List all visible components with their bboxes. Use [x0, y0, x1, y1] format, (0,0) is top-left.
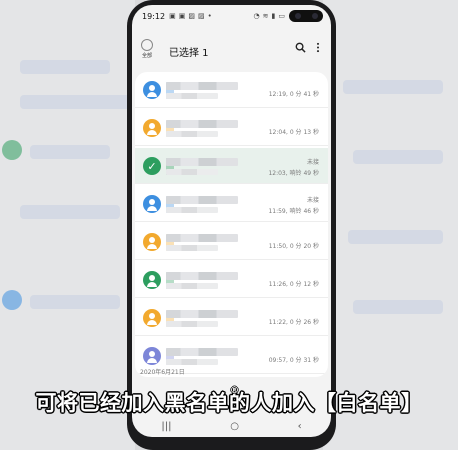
- call-time-duration: 12:03, 响铃 49 秒: [268, 170, 319, 177]
- missed-call-tag: 未接: [306, 197, 319, 204]
- background-blur-right: [323, 0, 458, 450]
- select-all-checkbox[interactable]: 全部: [140, 39, 154, 59]
- dot-icon: •: [207, 12, 212, 20]
- blur-avatar: [2, 140, 22, 160]
- back-button[interactable]: ‹: [298, 421, 302, 432]
- phone-screen: 19:12 ▣ ▣ ▨ ▨ • ◔ ≋ ▮ ▭ 全部 已选择 1 12:19, …: [132, 5, 331, 437]
- call-meta: 未接 11:59, 响铃 46 秒: [268, 195, 319, 215]
- call-time-duration: 11:22, 0 分 26 秒: [268, 319, 319, 326]
- check-icon: ✓: [147, 159, 157, 173]
- pixelated-contact-name: [166, 158, 238, 166]
- call-meta: 11:22, 0 分 26 秒: [269, 317, 319, 326]
- more-vertical-icon[interactable]: [316, 42, 320, 56]
- page-title: 已选择 1: [169, 48, 209, 59]
- search-icon[interactable]: [295, 42, 306, 56]
- blur-bar: [20, 60, 110, 74]
- contact-avatar-icon[interactable]: [143, 347, 161, 365]
- contact-avatar-icon[interactable]: [143, 271, 161, 289]
- pixelated-contact-name: [166, 82, 238, 90]
- blur-bar: [20, 95, 130, 109]
- call-time-duration: 11:50, 0 分 20 秒: [268, 243, 319, 250]
- header: 全部 已选择 1: [132, 35, 331, 69]
- message-icon: ▣: [169, 12, 176, 20]
- blur-bar: [353, 300, 443, 314]
- call-time-duration: 12:19, 0 分 41 秒: [268, 91, 319, 98]
- pixelated-contact-name: [166, 272, 238, 280]
- call-log-row[interactable]: 12:19, 0 分 41 秒: [135, 72, 328, 108]
- pixelated-contact-number: [166, 131, 218, 137]
- pixelated-contact-number: [166, 245, 218, 251]
- pixelated-contact-number: [166, 359, 218, 365]
- contact-avatar-icon[interactable]: [143, 195, 161, 213]
- call-meta: 11:26, 0 分 12 秒: [269, 279, 319, 288]
- contact-avatar-icon[interactable]: [143, 81, 161, 99]
- call-time-duration: 12:04, 0 分 13 秒: [268, 129, 319, 136]
- call-meta: 12:04, 0 分 13 秒: [269, 127, 319, 136]
- pixelated-contact-number: [166, 169, 218, 175]
- blur-bar: [30, 295, 120, 309]
- pixelated-contact-name: [166, 310, 238, 318]
- signal-icon: ▮: [271, 12, 276, 20]
- camera-cutout: [289, 10, 323, 22]
- date-separator: 2020年6月21日: [140, 369, 185, 376]
- home-button[interactable]: ○: [230, 421, 239, 432]
- pixelated-contact-name: [166, 120, 238, 128]
- blur-bar: [343, 80, 443, 94]
- call-meta: 未接 12:03, 响铃 49 秒: [268, 157, 319, 177]
- call-log-row[interactable]: 未接 11:59, 响铃 46 秒: [135, 186, 328, 222]
- call-time-duration: 11:26, 0 分 12 秒: [268, 281, 319, 288]
- call-log-list: 12:19, 0 分 41 秒 12:04, 0 分 13 秒 ✓ 未接 12:03, …: [135, 72, 328, 377]
- call-meta: 11:50, 0 分 20 秒: [269, 241, 319, 250]
- blur-avatar: [2, 290, 22, 310]
- contact-avatar-icon[interactable]: [143, 119, 161, 137]
- image-icon: ▨: [188, 12, 195, 20]
- call-log-row[interactable]: 11:22, 0 分 26 秒: [135, 300, 328, 336]
- background-blur-left: [0, 0, 135, 450]
- battery-icon: ▭: [278, 12, 285, 20]
- blur-bar: [348, 230, 443, 244]
- call-meta: 12:19, 0 分 41 秒: [269, 89, 319, 98]
- status-left-icons: ▣ ▣ ▨ ▨ •: [169, 12, 212, 20]
- navigation-bar: ||| ○ ‹: [132, 415, 331, 437]
- image-icon: ▨: [197, 12, 205, 20]
- pixelated-contact-name: [166, 196, 238, 204]
- phone-frame: 19:12 ▣ ▣ ▨ ▨ • ◔ ≋ ▮ ▭ 全部 已选择 1 12:19, …: [127, 0, 336, 450]
- contact-avatar-icon[interactable]: [143, 233, 161, 251]
- blur-bar: [20, 205, 120, 219]
- call-time-duration: 11:59, 响铃 46 秒: [268, 208, 319, 215]
- call-meta: 09:57, 0 分 31 秒: [269, 355, 319, 364]
- pixelated-contact-number: [166, 207, 218, 213]
- call-log-row[interactable]: 11:50, 0 分 20 秒: [135, 224, 328, 260]
- alarm-icon: ◔: [253, 12, 260, 20]
- pixelated-contact-number: [166, 321, 218, 327]
- video-caption: 可将已经加入黑名单的人加入【白名单】: [35, 391, 423, 415]
- status-time: 19:12: [142, 11, 166, 21]
- select-all-circle-icon: [141, 39, 153, 51]
- select-all-label: 全部: [141, 53, 152, 59]
- pixelated-contact-number: [166, 283, 218, 289]
- status-bar: 19:12 ▣ ▣ ▨ ▨ • ◔ ≋ ▮ ▭: [132, 5, 331, 27]
- pixelated-contact-number: [166, 93, 218, 99]
- blur-bar: [353, 150, 443, 164]
- message-icon: ▣: [178, 12, 186, 20]
- call-log-row[interactable]: 12:04, 0 分 13 秒: [135, 110, 328, 146]
- pixelated-contact-name: [166, 234, 238, 242]
- call-time-duration: 09:57, 0 分 31 秒: [268, 357, 319, 364]
- contact-avatar-icon[interactable]: [143, 309, 161, 327]
- missed-call-tag: 未接: [306, 159, 319, 166]
- blur-bar: [30, 145, 110, 159]
- caption-mark: ®: [230, 386, 239, 396]
- call-log-row[interactable]: 11:26, 0 分 12 秒: [135, 262, 328, 298]
- pixelated-contact-name: [166, 348, 238, 356]
- call-log-row[interactable]: ✓ 未接 12:03, 响铃 49 秒: [135, 148, 328, 184]
- selected-check-icon[interactable]: ✓: [143, 157, 161, 175]
- recents-button[interactable]: |||: [161, 421, 171, 432]
- wifi-icon: ≋: [262, 12, 269, 20]
